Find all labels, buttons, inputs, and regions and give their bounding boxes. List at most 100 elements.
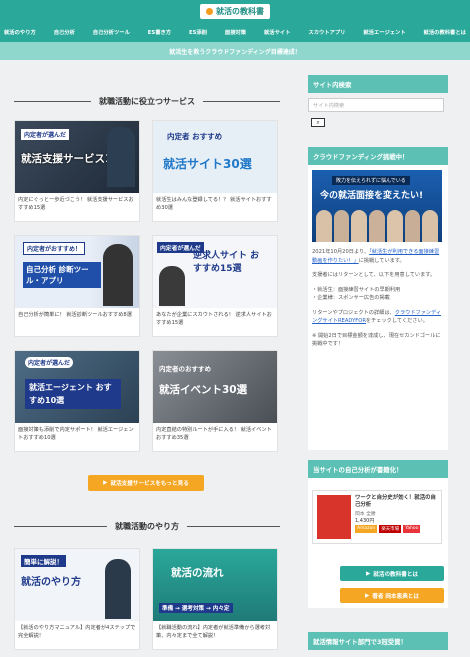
search-icon: ⌕	[316, 118, 320, 126]
arrow-right-icon: ▶	[365, 570, 371, 577]
nav-item[interactable]: 就活サイト	[264, 28, 291, 36]
thumb-sub: 内定者のおすすめ	[159, 365, 211, 373]
about-site-label: 就活の教科書とは	[373, 571, 419, 578]
crowd-text-1: 2021年10月20日より、「就活生が利用できる面接練習動画を作りたい！」に挑戦…	[312, 248, 444, 265]
nav-item[interactable]: 就活のやり方	[4, 28, 36, 36]
search-header-text: サイト内検索	[313, 80, 352, 89]
rakuten-button[interactable]: 楽天市場	[379, 525, 402, 533]
thumb-sub: 内定者 おすすめ	[167, 132, 223, 141]
book-widget-header: 当サイトの自己分析が書籍化！	[308, 460, 448, 478]
article-card[interactable]: 内定者がおすすめ！ 自己分析 診断ツール・アプリ 自己分析が簡単に！ 就活診断ツ…	[14, 235, 140, 337]
crowd-image-people	[316, 210, 439, 242]
arrow-right-icon: ▶	[103, 480, 108, 486]
book-shop-buttons: Amazon 楽天市場 Yahoo	[355, 525, 421, 533]
award-header: 就活情報サイト部門で3冠受賞！	[308, 632, 448, 650]
thumb-main: 就活イベント30選	[159, 384, 248, 396]
person-figure	[103, 244, 133, 306]
crowd-text-4: ※ 開始2日で目標金額を達成し、現在セカンドゴールに挑戦中です！	[312, 332, 441, 348]
card-thumbnail: 内定者がおすすめ！ 自己分析 診断ツール・アプリ	[15, 236, 139, 308]
book-title: ワークと自分史が効く！就活の自己分析	[355, 495, 436, 508]
section-title-services: 就職活動に役立つサービス	[14, 95, 280, 107]
crowd-text-3: リターンやプロジェクトの詳細は、クラウドファンディングサイトREADYFORをチ…	[312, 309, 444, 326]
logo-icon	[206, 7, 213, 15]
article-card[interactable]: 内定者が選んだ 就活支援サービス15 内定にぐっと一歩近づこう！ 就活支援サービ…	[14, 120, 140, 222]
more-services-label: 就活支援サービスをもっと見る	[110, 481, 189, 487]
crowd-text-2: 支援者にはリターンとして、以下を用意しています。	[312, 272, 436, 278]
card-thumbnail: 内定者のおすすめ 就活イベント30選	[153, 351, 277, 423]
card-caption: 内定にぐっと一歩近づこう！ 就活支援サービスおすすめ15選	[18, 197, 134, 211]
site-logo[interactable]: 就活の教科書	[200, 3, 270, 19]
card-thumbnail: 内定者 おすすめ 就活サイト30選	[153, 121, 277, 193]
about-author-label: 著者 岡本恵典とは	[372, 593, 419, 600]
book-cover	[317, 495, 351, 539]
book-widget: ワークと自分史が効く！就活の自己分析 岡本 全勝 1,430円 Amazon 楽…	[308, 478, 448, 608]
card-thumbnail: 就活の流れ 準備 → 選考対策 → 内々定	[153, 549, 277, 621]
card-caption: 自己分析が簡単に！ 就活診断ツールおすすめ8選	[18, 312, 132, 318]
search-widget-header: サイト内検索	[308, 75, 448, 93]
article-card[interactable]: 簡単に解説！ 就活のやり方 【就活のやり方マニュアル】内定者が4ステップで完全解…	[14, 548, 140, 650]
nav-item[interactable]: スカウトアプリ	[308, 28, 345, 36]
award-header-text: 就活情報サイト部門で3冠受賞！	[313, 637, 407, 646]
nav-item[interactable]: 就活エージェント	[363, 28, 405, 36]
arrow-right-icon: ▶	[364, 592, 370, 599]
section-title-text: 就職活動に役立つサービス	[99, 96, 195, 106]
article-card[interactable]: 内定者が選んだ 逆求人サイト おすすめ15選 あなたが企業にスカウトされる！ 逆…	[152, 235, 278, 337]
thumb-sub: 内定者が選んだ	[21, 129, 70, 140]
crowdfunding-header-text: クラウドファンディング挑戦中！	[313, 152, 409, 161]
nav-item[interactable]: 自己分析	[54, 28, 75, 36]
site-title: 就活の教科書	[216, 6, 264, 16]
person-figure	[105, 559, 131, 619]
nav-item[interactable]: 自己分析ツール	[93, 28, 130, 36]
about-author-button[interactable]: ▶ 著者 岡本恵典とは	[340, 588, 444, 603]
nav-item[interactable]: 就活の教科書とは	[424, 28, 466, 36]
person-figure	[159, 266, 185, 306]
card-thumbnail: 内定者が選んだ 就活支援サービス15	[15, 121, 139, 193]
thumb-main: 就活の流れ	[171, 567, 224, 579]
section-title-howto: 就職活動のやり方	[14, 520, 280, 532]
crowd-image-main: 今の就活面接を変えたい!	[320, 191, 424, 201]
nav-item[interactable]: ES書き方	[148, 28, 171, 36]
crowd-text-3a: リターンやプロジェクトの詳細は、	[312, 309, 395, 316]
yahoo-button[interactable]: Yahoo	[403, 525, 421, 533]
thumb-sub: 内定者がおすすめ！	[23, 242, 86, 255]
thumb-sub: 準備 → 選考対策 → 内々定	[159, 603, 233, 613]
main-content: 就職活動に役立つサービス 内定者が選んだ 就活支援サービス15 内定にぐっと一歩…	[0, 60, 300, 657]
book-header-text: 当サイトの自己分析が書籍化！	[313, 465, 403, 474]
crowdfunding-banner-image[interactable]: 敗力を伝えられずに悩んでいる 今の就活面接を変えたい!	[312, 170, 442, 242]
card-caption: 【就職活動の流れ】内定者が就活準備から選考対策、内々定まで全て解説！	[156, 625, 271, 639]
thumb-main: 自己分析 診断ツール・アプリ	[23, 262, 101, 288]
card-caption: 内定直結の特別ルートが手に入る！ 就活イベントおすすめ35選	[156, 427, 272, 441]
more-services-button[interactable]: ▶ 就活支援サービスをもっと見る	[88, 475, 204, 491]
thumb-main: 就活サイト30選	[163, 157, 252, 171]
announcement-banner[interactable]: 就活生を救うクラウドファンディング目標達成！	[0, 42, 470, 60]
banner-text: 就活生を救うクラウドファンディング目標達成！	[169, 48, 301, 56]
card-caption: 面接対策も添削で内定サポート！ 就活エージェントおすすめ10選	[18, 427, 134, 441]
crowdfunding-header: クラウドファンディング挑戦中！	[308, 147, 448, 165]
search-button[interactable]: ⌕	[311, 118, 325, 127]
sidebar: サイト内検索 サイト内検索 ⌕ クラウドファンディング挑戦中！ 敗力を伝えられず…	[308, 60, 448, 657]
card-caption: あなたが企業にスカウトされる！ 逆求人サイトおすすめ15選	[156, 312, 272, 326]
amazon-button[interactable]: Amazon	[355, 525, 378, 533]
article-card[interactable]: 内定者のおすすめ 就活イベント30選 内定直結の特別ルートが手に入る！ 就活イベ…	[152, 350, 278, 452]
card-thumbnail: 内定者が選んだ 逆求人サイト おすすめ15選	[153, 236, 277, 308]
book-card[interactable]: ワークと自分史が効く！就活の自己分析 岡本 全勝 1,430円 Amazon 楽…	[312, 490, 442, 544]
crowd-list-item: ・就活生：面接練習サイトの早期利用	[312, 286, 401, 293]
thumb-sub: 内定者が選んだ	[25, 357, 74, 368]
crowd-text-1a: 2021年10月20日より、	[312, 249, 370, 255]
thumb-main: 就活のやり方	[21, 577, 81, 588]
crowd-image-sub: 敗力を伝えられずに悩んでいる	[332, 176, 410, 185]
article-card[interactable]: 就活の流れ 準備 → 選考対策 → 内々定 【就職活動の流れ】内定者が就活準備か…	[152, 548, 278, 650]
crowdfunding-widget: 敗力を伝えられずに悩んでいる 今の就活面接を変えたい! 2021年10月20日よ…	[308, 165, 448, 450]
crowd-text-1c: に挑戦しています。	[358, 257, 405, 264]
card-thumbnail: 内定者が選んだ 就活エージェント おすすめ10選	[15, 351, 139, 423]
article-card[interactable]: 内定者 おすすめ 就活サイト30選 就活生はみんな登録してる！？ 就活サイトおす…	[152, 120, 278, 222]
crowd-list-item: ・企業様：スポンサー広告の掲載	[312, 295, 390, 301]
global-nav: 就活のやり方 自己分析 自己分析ツール ES書き方 ES添削 面接対策 就活サイ…	[0, 22, 470, 42]
search-input[interactable]: サイト内検索	[308, 98, 444, 112]
article-card[interactable]: 内定者が選んだ 就活エージェント おすすめ10選 面接対策も添削で内定サポート！…	[14, 350, 140, 452]
thumb-sub: 簡単に解説！	[21, 555, 66, 567]
nav-item[interactable]: ES添削	[189, 28, 207, 36]
card-thumbnail: 簡単に解説！ 就活のやり方	[15, 549, 139, 621]
nav-item[interactable]: 面接対策	[225, 28, 246, 36]
about-site-button[interactable]: ▶ 就活の教科書とは	[340, 566, 444, 581]
